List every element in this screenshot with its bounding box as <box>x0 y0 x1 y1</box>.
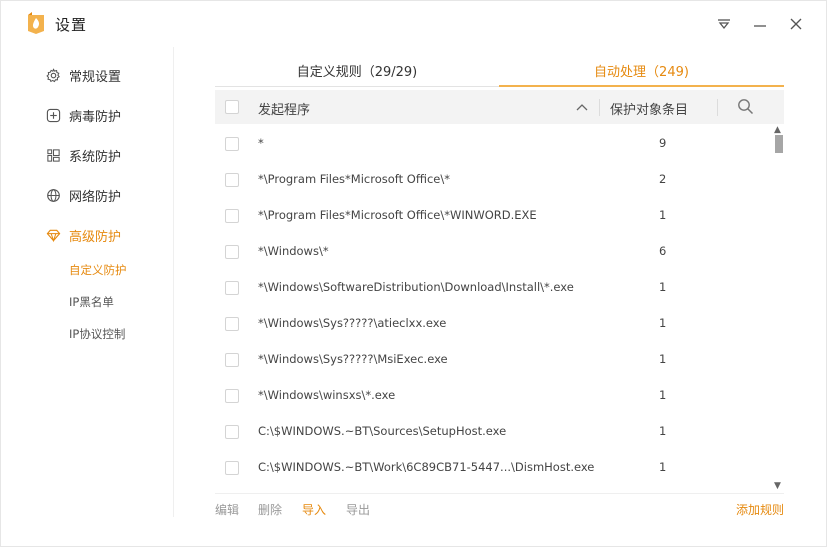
program-path: * <box>258 136 264 150</box>
protected-count: 1 <box>659 280 667 294</box>
sidebar-item-label: 病毒防护 <box>69 109 122 125</box>
table-row[interactable]: C:\$WINDOWS.~BT\Sources\SetupHost.exe 1 <box>215 414 770 450</box>
table-row[interactable]: C:\$WINDOWS.~BT\Work\6C89CB71-5447...\Di… <box>215 450 770 486</box>
scrollbar-thumb[interactable] <box>775 135 783 153</box>
sidebar-item-virus-protection[interactable]: 病毒防护 <box>45 103 121 127</box>
program-path: *\Windows\Sys?????\atieclxx.exe <box>258 316 447 330</box>
program-path: *\Windows\winsxs\*.exe <box>258 388 396 402</box>
program-path: *\Windows\Sys?????\MsiExec.exe <box>258 352 448 366</box>
program-path: C:\$WINDOWS.~BT\Sources\SetupHost.exe <box>258 424 507 438</box>
column-header-count[interactable]: 保护对象条目 <box>610 99 688 118</box>
minimize-icon <box>754 25 766 27</box>
subitem-ip-protocol-control[interactable]: IP协议控制 <box>69 326 125 342</box>
row-checkbox[interactable] <box>225 281 239 295</box>
program-path: *\Program Files*Microsoft Office\*WINWOR… <box>258 208 537 222</box>
program-path: C:\$WINDOWS.~BT\Work\6C89CB71-5447...\Di… <box>258 460 595 474</box>
table-row[interactable]: *\Program Files*Microsoft Office\*WINWOR… <box>215 198 770 234</box>
subitem-custom-protection[interactable]: 自定义防护 <box>69 262 127 278</box>
plus-square-icon <box>45 107 61 123</box>
sidebar-item-system-protection[interactable]: 系统防护 <box>45 143 121 167</box>
column-separator <box>599 99 600 116</box>
row-checkbox[interactable] <box>225 209 239 223</box>
minimize-button[interactable] <box>747 11 773 37</box>
dropdown-menu-button[interactable] <box>711 11 737 37</box>
gear-icon <box>45 67 61 83</box>
row-checkbox[interactable] <box>225 173 239 187</box>
scroll-down-arrow-icon[interactable]: ▼ <box>774 481 781 491</box>
row-checkbox[interactable] <box>225 425 239 439</box>
sidebar-item-label: 常规设置 <box>69 69 122 85</box>
protected-count: 6 <box>659 244 667 258</box>
column-separator <box>717 99 718 116</box>
sidebar-item-label: 系统防护 <box>69 149 122 165</box>
table-header: 发起程序 保护对象条目 <box>215 90 784 124</box>
subitem-ip-blacklist[interactable]: IP黑名单 <box>69 294 114 310</box>
sidebar-item-label: 高级防护 <box>69 229 122 245</box>
table-row[interactable]: *\Windows\* 6 <box>215 234 770 270</box>
scroll-up-arrow-icon[interactable]: ▲ <box>774 125 781 135</box>
delete-button[interactable]: 删除 <box>258 501 282 518</box>
sort-ascending-icon[interactable] <box>576 102 588 112</box>
row-checkbox[interactable] <box>225 461 239 475</box>
title-bar: 设置 <box>1 1 826 47</box>
table-row[interactable]: *\Windows\Sys?????\MsiExec.exe 1 <box>215 342 770 378</box>
table-row[interactable]: *\Windows\SoftwareDistribution\Download\… <box>215 270 770 306</box>
protected-count: 1 <box>659 460 667 474</box>
edit-button[interactable]: 编辑 <box>215 501 239 518</box>
sidebar-item-network-protection[interactable]: 网络防护 <box>45 183 121 207</box>
window-title: 设置 <box>55 16 88 34</box>
protected-count: 1 <box>659 388 667 402</box>
tab-active-indicator <box>499 85 784 87</box>
table-row[interactable]: *\Program Files*Microsoft Office\* 2 <box>215 162 770 198</box>
triangle-down-icon <box>718 19 730 30</box>
app-logo-icon <box>28 12 44 34</box>
import-button[interactable]: 导入 <box>302 501 326 518</box>
close-button[interactable] <box>783 11 809 37</box>
column-header-program[interactable]: 发起程序 <box>258 99 310 118</box>
tab-custom-rules[interactable]: 自定义规则（29/29) <box>215 61 499 87</box>
tab-auto-handling[interactable]: 自动处理（249) <box>499 61 784 87</box>
sidebar-item-general[interactable]: 常规设置 <box>45 63 121 87</box>
table-row[interactable]: *\Windows\Sys?????\atieclxx.exe 1 <box>215 306 770 342</box>
close-icon <box>790 18 802 30</box>
settings-window: 设置 常规设置 病毒防护 系统防护 网络防护 高级防护 自定义防护 IP黑名单 … <box>0 0 827 547</box>
protected-count: 1 <box>659 208 667 222</box>
program-path: *\Program Files*Microsoft Office\* <box>258 172 450 186</box>
grid-icon <box>45 147 61 163</box>
row-checkbox[interactable] <box>225 245 239 259</box>
footer-divider <box>215 493 784 494</box>
row-checkbox[interactable] <box>225 137 239 151</box>
search-icon[interactable] <box>737 98 754 115</box>
protected-count: 1 <box>659 316 667 330</box>
sidebar-item-label: 网络防护 <box>69 189 122 205</box>
protected-count: 1 <box>659 352 667 366</box>
export-button[interactable]: 导出 <box>346 501 370 518</box>
protected-count: 9 <box>659 136 667 150</box>
program-path: *\Windows\* <box>258 244 329 258</box>
diamond-icon <box>45 227 61 243</box>
protected-count: 2 <box>659 172 667 186</box>
globe-icon <box>45 187 61 203</box>
row-checkbox[interactable] <box>225 317 239 331</box>
add-rule-button[interactable]: 添加规则 <box>736 501 784 518</box>
sidebar-item-advanced-protection[interactable]: 高级防护 <box>45 223 121 247</box>
table-row[interactable]: *\Windows\winsxs\*.exe 1 <box>215 378 770 414</box>
row-checkbox[interactable] <box>225 389 239 403</box>
protected-count: 1 <box>659 424 667 438</box>
sidebar: 常规设置 病毒防护 系统防护 网络防护 高级防护 自定义防护 IP黑名单 IP协… <box>1 47 174 517</box>
select-all-checkbox[interactable] <box>225 100 239 114</box>
program-path: *\Windows\SoftwareDistribution\Download\… <box>258 280 574 294</box>
table-row[interactable]: * 9 <box>215 126 770 162</box>
row-checkbox[interactable] <box>225 353 239 367</box>
